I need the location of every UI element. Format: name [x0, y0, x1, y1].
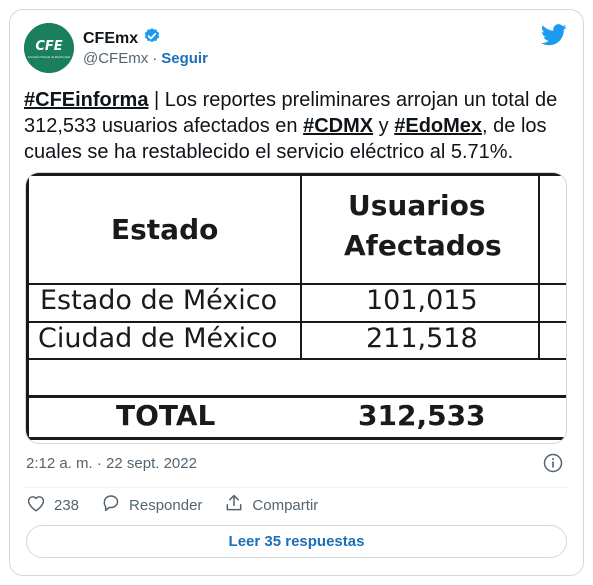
tweet-actions: 238 Responder Compartir [26, 493, 340, 517]
heart-icon [26, 494, 46, 516]
table-header-usuarios: Usuarios [348, 189, 486, 222]
tweet-text: #CFEinforma | Los reportes preliminares … [24, 87, 572, 165]
author-name-row: CFEmx [83, 27, 161, 50]
table-row-divider-bottom [26, 358, 566, 360]
table-total-label: TOTAL [116, 399, 216, 432]
info-icon[interactable] [543, 453, 563, 478]
table-total-bottom-border [26, 437, 566, 440]
table-cell-usuarios: 101,015 [366, 285, 478, 316]
table-outer-left-border [26, 173, 29, 443]
hashtag-edomex[interactable]: #EdoMex [394, 115, 482, 137]
follow-button[interactable]: Seguir [161, 50, 208, 67]
table-cell-estado: Estado de México [40, 285, 278, 316]
read-replies-button[interactable]: Leer 35 respuestas [26, 525, 567, 558]
avatar[interactable]: CFE Comisión Federal de Electricidad [24, 23, 74, 73]
avatar-logo-text: CFE [35, 39, 62, 54]
hashtag-cdmx[interactable]: #CDMX [303, 115, 373, 137]
share-button[interactable]: Compartir [224, 493, 318, 517]
twitter-bird-icon[interactable] [541, 24, 567, 51]
reply-bubble-icon [101, 494, 121, 516]
tweet-text-part-2: y [373, 115, 395, 137]
tweet-media-image[interactable]: Estado Usuarios Afectados Estado de Méxi… [25, 172, 567, 444]
table-column-divider-right [538, 173, 540, 359]
share-icon [224, 493, 244, 517]
divider [24, 487, 569, 488]
like-button[interactable]: 238 [26, 494, 79, 516]
tweet-card: CFE Comisión Federal de Electricidad CFE… [9, 9, 584, 576]
hashtag-cfeinforma[interactable]: #CFEinforma [24, 89, 148, 111]
like-count: 238 [54, 496, 80, 514]
table-column-divider [300, 173, 302, 359]
reply-label: Responder [129, 496, 203, 514]
table-total-top-border [26, 395, 566, 398]
verified-badge-icon [143, 27, 161, 50]
share-label: Compartir [252, 496, 319, 514]
author-handle-row: @CFEmx · Seguir [83, 50, 208, 67]
tweet-timestamp[interactable]: 2:12 a. m. · 22 sept. 2022 [26, 455, 197, 472]
table-outer-top-border [26, 173, 566, 176]
author-handle[interactable]: @CFEmx [83, 50, 148, 67]
handle-separator: · [152, 50, 158, 67]
table-cell-estado: Ciudad de México [38, 323, 278, 354]
table-header-afectados: Afectados [344, 229, 502, 262]
table-header-estado: Estado [111, 213, 219, 246]
author-display-name[interactable]: CFEmx [83, 30, 138, 48]
table-cell-usuarios: 211,518 [366, 323, 478, 354]
reply-button[interactable]: Responder [101, 494, 202, 516]
table-total-value: 312,533 [358, 399, 486, 432]
avatar-logo-subtext: Comisión Federal de Electricidad [28, 55, 71, 59]
